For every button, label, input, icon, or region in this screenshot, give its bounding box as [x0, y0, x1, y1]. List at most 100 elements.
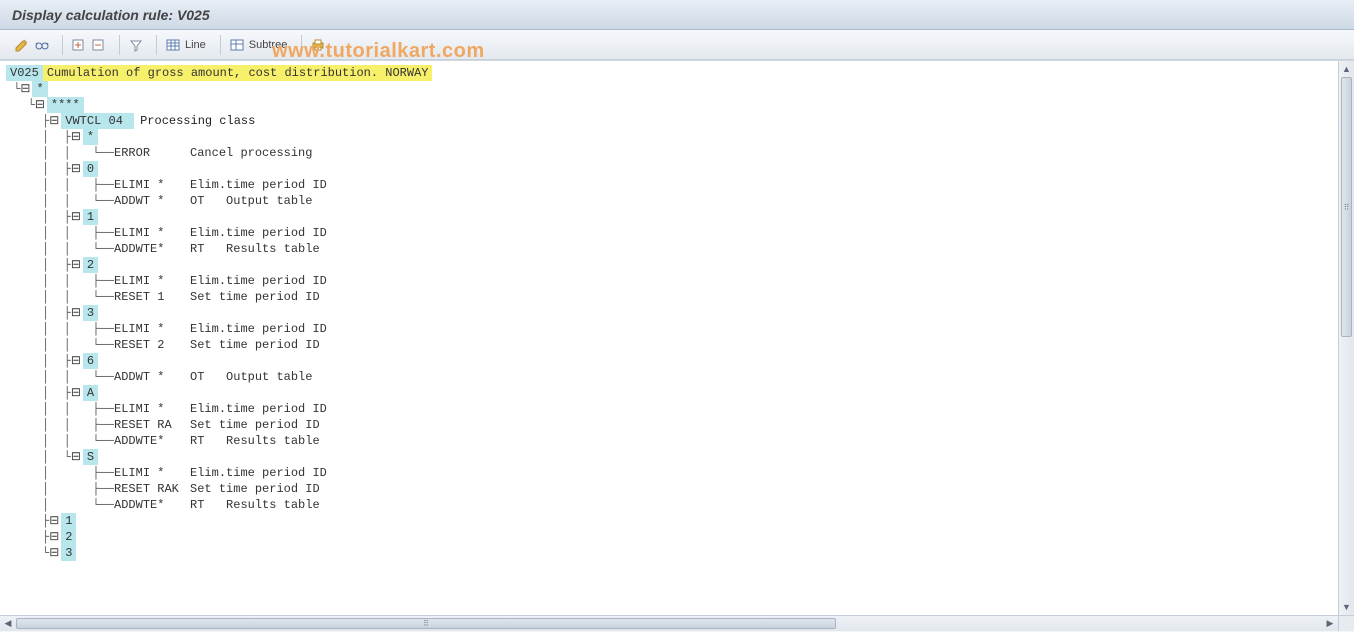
- expand-icon: [71, 37, 87, 53]
- operation-code: RESET 2: [114, 337, 186, 353]
- edit-button[interactable]: [12, 35, 32, 55]
- tree-row[interactable]: │ │ └──RESET 1 Set time period ID: [6, 289, 1336, 305]
- collapse-button[interactable]: [89, 35, 109, 55]
- operation-desc: Set time period ID: [186, 337, 320, 353]
- vertical-scroll-thumb[interactable]: ⠿: [1341, 77, 1352, 337]
- branch-key: 0: [83, 161, 98, 177]
- tree-view[interactable]: V025 Cumulation of gross amount, cost di…: [6, 65, 1336, 613]
- collapse-toggle-icon[interactable]: ⊟: [71, 257, 83, 273]
- vertical-scrollbar[interactable]: ▲ ⠿ ▼: [1338, 61, 1354, 615]
- tree-row[interactable]: │ │ └──ADDWT * OT Output table: [6, 369, 1336, 385]
- branch-key: 2: [83, 257, 98, 273]
- collapse-toggle-icon[interactable]: ⊟: [71, 129, 83, 145]
- scroll-down-button[interactable]: ▼: [1339, 599, 1354, 615]
- tree-row[interactable]: │ │ ├──ELIMI * Elim.time period ID: [6, 401, 1336, 417]
- operation-code: ELIMI *: [114, 401, 186, 417]
- tree-row[interactable]: │ │ └──ADDWT * OT Output table: [6, 193, 1336, 209]
- collapse-toggle-icon[interactable]: ⊟: [49, 529, 61, 545]
- expand-button[interactable]: [69, 35, 89, 55]
- content-area: V025 Cumulation of gross amount, cost di…: [0, 60, 1354, 631]
- operation-desc: OT Output table: [186, 369, 312, 385]
- horizontal-scrollbar[interactable]: ◀ ⠿ ▶: [0, 615, 1338, 631]
- horizontal-scroll-thumb[interactable]: ⠿: [16, 618, 836, 629]
- table-icon: [165, 37, 181, 53]
- tree-row[interactable]: │ │ ├──ELIMI * Elim.time period ID: [6, 177, 1336, 193]
- pencil-icon: [14, 37, 30, 53]
- line-view-button[interactable]: [163, 35, 183, 55]
- operation-desc: Elim.time period ID: [186, 177, 327, 193]
- operation-code: ELIMI *: [114, 465, 186, 481]
- subtree-icon: [229, 37, 245, 53]
- filter-icon: [128, 37, 144, 53]
- tree-row[interactable]: │ ├──ELIMI * Elim.time period ID: [6, 465, 1336, 481]
- tree-row[interactable]: │ ├⊟3: [6, 305, 1336, 321]
- tree-row[interactable]: ├⊟2: [6, 529, 1336, 545]
- collapse-toggle-icon[interactable]: ⊟: [71, 385, 83, 401]
- glasses-icon: [34, 37, 50, 53]
- vwtcl-desc: Processing class: [134, 113, 255, 129]
- operation-desc: Elim.time period ID: [186, 321, 327, 337]
- operation-code: ERROR: [114, 145, 186, 161]
- tree-row[interactable]: │ ├⊟6: [6, 353, 1336, 369]
- collapse-toggle-icon[interactable]: ⊟: [49, 513, 61, 529]
- operation-desc: RT Results table: [186, 497, 320, 513]
- tree-row[interactable]: ├⊟VWTCL 04 Processing class: [6, 113, 1336, 129]
- branch-key: *: [83, 129, 98, 145]
- tree-row[interactable]: │ │ ├──RESET RA Set time period ID: [6, 417, 1336, 433]
- branch-key: 6: [83, 353, 98, 369]
- collapse-toggle-icon[interactable]: ⊟: [49, 113, 61, 129]
- trailer-node: 3: [61, 545, 76, 561]
- tree-row[interactable]: │ │ └──RESET 2 Set time period ID: [6, 337, 1336, 353]
- tree-row[interactable]: V025 Cumulation of gross amount, cost di…: [6, 65, 1336, 81]
- tree-row[interactable]: │ │ └──ERROR Cancel processing: [6, 145, 1336, 161]
- print-button[interactable]: [308, 35, 328, 55]
- tree-row[interactable]: │ └──ADDWTE* RT Results table: [6, 497, 1336, 513]
- operation-desc: Set time period ID: [186, 289, 320, 305]
- print-icon: [310, 37, 326, 53]
- tree-row[interactable]: │ ├⊟A: [6, 385, 1336, 401]
- collapse-toggle-icon[interactable]: ⊟: [49, 545, 61, 561]
- collapse-toggle-icon[interactable]: ⊟: [71, 209, 83, 225]
- operation-code: RESET 1: [114, 289, 186, 305]
- display-toggle-button[interactable]: [32, 35, 52, 55]
- tree-row[interactable]: │ │ └──ADDWTE* RT Results table: [6, 241, 1336, 257]
- tree-row[interactable]: │ │ ├──ELIMI * Elim.time period ID: [6, 321, 1336, 337]
- scroll-right-button[interactable]: ▶: [1322, 616, 1338, 632]
- collapse-toggle-icon[interactable]: ⊟: [71, 161, 83, 177]
- scroll-left-button[interactable]: ◀: [0, 616, 16, 632]
- tree-row[interactable]: │ ├⊟0: [6, 161, 1336, 177]
- subtree-view-button[interactable]: [227, 35, 247, 55]
- collapse-toggle-icon[interactable]: ⊟: [35, 97, 47, 113]
- tree-row[interactable]: ├⊟1: [6, 513, 1336, 529]
- operation-code: ELIMI *: [114, 177, 186, 193]
- operation-code: ELIMI *: [114, 225, 186, 241]
- operation-code: ELIMI *: [114, 321, 186, 337]
- scroll-up-button[interactable]: ▲: [1339, 61, 1354, 77]
- tree-row[interactable]: │ ├──RESET RAKSet time period ID: [6, 481, 1336, 497]
- tree-row[interactable]: │ ├⊟2: [6, 257, 1336, 273]
- branch-key: S: [83, 449, 98, 465]
- tree-row[interactable]: │ │ ├──ELIMI * Elim.time period ID: [6, 273, 1336, 289]
- operation-desc: RT Results table: [186, 433, 320, 449]
- tree-row[interactable]: │ ├⊟1: [6, 209, 1336, 225]
- operation-desc: Elim.time period ID: [186, 401, 327, 417]
- tree-row[interactable]: │ │ ├──ELIMI * Elim.time period ID: [6, 225, 1336, 241]
- tree-row[interactable]: └⊟3: [6, 545, 1336, 561]
- operation-code: ADDWT *: [114, 193, 186, 209]
- operation-desc: RT Results table: [186, 241, 320, 257]
- tree-row[interactable]: │ ├⊟*: [6, 129, 1336, 145]
- branch-key: 1: [83, 209, 98, 225]
- rule-description: Cumulation of gross amount, cost distrib…: [43, 65, 433, 81]
- collapse-toggle-icon[interactable]: ⊟: [71, 353, 83, 369]
- collapse-toggle-icon[interactable]: ⊟: [71, 449, 83, 465]
- scrollbar-corner: [1338, 615, 1354, 631]
- tree-row[interactable]: └⊟*: [6, 81, 1336, 97]
- filter-button[interactable]: [126, 35, 146, 55]
- collapse-toggle-icon[interactable]: ⊟: [71, 305, 83, 321]
- collapse-toggle-icon[interactable]: ⊟: [20, 81, 32, 97]
- tree-row[interactable]: └⊟****: [6, 97, 1336, 113]
- operation-code: RESET RA: [114, 417, 186, 433]
- tree-row[interactable]: │ │ └──ADDWTE* RT Results table: [6, 433, 1336, 449]
- operation-code: ADDWT *: [114, 369, 186, 385]
- tree-row[interactable]: │ └⊟S: [6, 449, 1336, 465]
